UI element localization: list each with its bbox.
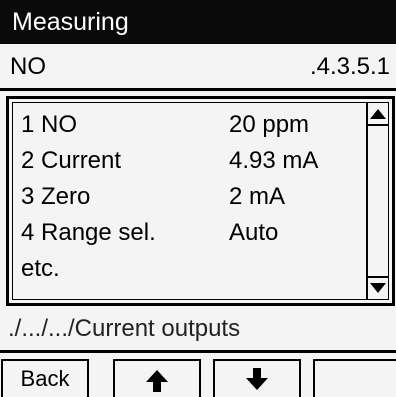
list-item[interactable]: 2 Current 4.93 mA xyxy=(21,143,371,179)
scroll-up-icon[interactable] xyxy=(370,109,386,119)
scroll-down-divider xyxy=(368,276,388,278)
list-item[interactable]: 1 NO 20 ppm xyxy=(21,107,371,143)
list-item-value: 20 ppm xyxy=(229,111,310,138)
measurement-panel: 1 NO 20 ppm 2 Current 4.93 mA 3 Zero 2 m… xyxy=(6,96,395,306)
menu-code: .4.3.5.1 xyxy=(309,53,390,80)
scroll-down-icon[interactable] xyxy=(370,283,386,293)
measurement-list: 1 NO 20 ppm 2 Current 4.93 mA 3 Zero 2 m… xyxy=(21,107,371,287)
measurement-panel-inner: 1 NO 20 ppm 2 Current 4.93 mA 3 Zero 2 m… xyxy=(12,102,389,300)
up-button[interactable] xyxy=(113,359,201,397)
scrollbar[interactable] xyxy=(366,103,388,299)
list-item[interactable]: 3 Zero 2 mA xyxy=(21,179,371,215)
list-item-label: 4 Range sel. xyxy=(21,219,156,246)
list-item-label: 2 Current xyxy=(21,147,122,174)
arrow-down-icon xyxy=(246,368,268,390)
back-button-label: Back xyxy=(20,366,70,391)
list-item[interactable]: 4 Range sel. Auto xyxy=(21,215,371,251)
list-item-label: 1 NO xyxy=(21,111,78,138)
breadcrumb: ./.../.../Current outputs xyxy=(8,315,241,342)
list-item-value: Auto xyxy=(229,219,279,246)
softkey-4-button[interactable] xyxy=(313,359,396,397)
list-item-label: 3 Zero xyxy=(21,183,91,210)
page-title: Measuring xyxy=(12,8,129,36)
list-item[interactable]: etc. xyxy=(21,251,371,287)
title-bar: Measuring xyxy=(0,0,396,44)
list-item-label: etc. xyxy=(21,255,60,282)
softkey-bar: Back xyxy=(0,353,396,397)
arrow-up-icon xyxy=(146,370,168,392)
down-button[interactable] xyxy=(213,359,301,397)
list-item-value: 2 mA xyxy=(229,183,286,210)
list-item-value: 4.93 mA xyxy=(229,147,319,174)
menu-header: NO .4.3.5.1 xyxy=(0,45,396,91)
back-button[interactable]: Back xyxy=(1,359,89,397)
scroll-up-divider xyxy=(368,124,388,126)
menu-name: NO xyxy=(10,53,46,80)
